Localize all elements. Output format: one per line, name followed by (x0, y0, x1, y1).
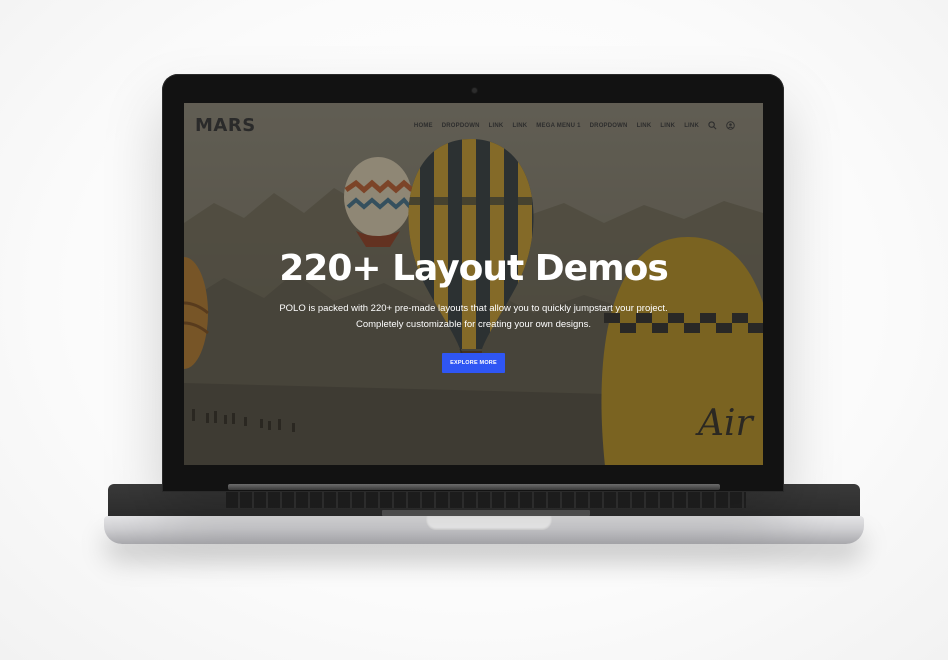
nav-item-mega-menu[interactable]: MEGA MENU 1 (536, 123, 580, 129)
main-menu: HOME DROPDOWN LINK LINK MEGA MENU 1 DROP… (414, 121, 735, 130)
hero-section: 220+ Layout Demos POLO is packed with 22… (184, 245, 763, 373)
explore-more-button[interactable]: EXPLORE MORE (442, 353, 505, 373)
hero-description: POLO is packed with 220+ pre-made layout… (279, 303, 668, 330)
search-icon[interactable] (708, 121, 717, 130)
camera-icon (472, 88, 477, 93)
nav-item-dropdown-1[interactable]: DROPDOWN (442, 123, 480, 129)
nav-item-home[interactable]: HOME (414, 123, 433, 129)
nav-item-link-4[interactable]: LINK (660, 123, 675, 129)
laptop-screen: Air MARS HOME DROPDOWN LINK LINK MEGA ME… (184, 103, 763, 465)
laptop-lid: Air MARS HOME DROPDOWN LINK LINK MEGA ME… (162, 74, 784, 492)
nav-item-link-3[interactable]: LINK (637, 123, 652, 129)
top-navigation: MARS HOME DROPDOWN LINK LINK MEGA MENU 1… (184, 103, 763, 149)
nav-item-dropdown-2[interactable]: DROPDOWN (590, 123, 628, 129)
keyboard-keys (226, 492, 746, 508)
laptop-mockup-stage: Air MARS HOME DROPDOWN LINK LINK MEGA ME… (0, 0, 948, 660)
hero-title: 220+ Layout Demos (279, 248, 669, 289)
laptop-hinge (228, 484, 720, 490)
user-icon[interactable] (726, 121, 735, 130)
site-logo[interactable]: MARS (195, 115, 256, 136)
nav-item-link-1[interactable]: LINK (489, 123, 504, 129)
nav-item-link-5[interactable]: LINK (684, 123, 699, 129)
lid-opening-notch (426, 516, 552, 530)
nav-item-link-2[interactable]: LINK (512, 123, 527, 129)
